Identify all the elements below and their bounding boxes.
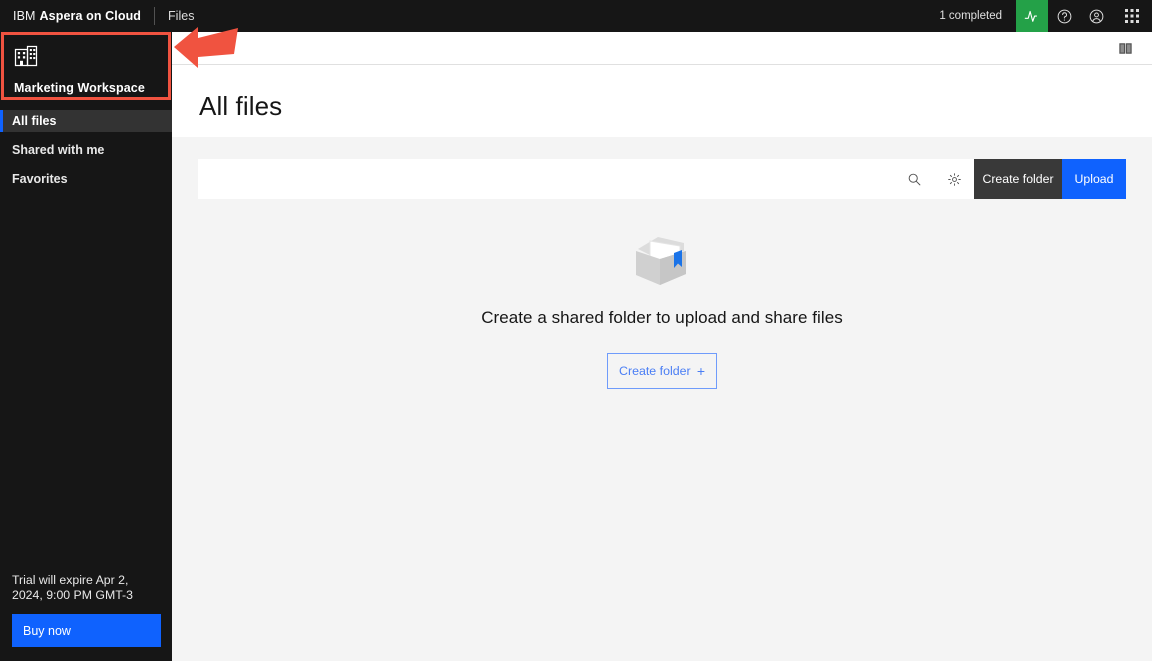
trial-notice: Trial will expire Apr 2, 2024, 9:00 PM G… [0, 573, 172, 661]
building-workspace-icon [14, 44, 158, 73]
workspace-name-label: Marketing Workspace [14, 81, 145, 95]
files-toolbar: Create folder Upload [198, 159, 1126, 199]
sidebar-item-shared-with-me[interactable]: Shared with me [0, 139, 172, 161]
gear-icon[interactable] [934, 159, 974, 199]
upload-button[interactable]: Upload [1062, 159, 1126, 199]
buy-now-button[interactable]: Buy now [12, 614, 161, 647]
brand-product-label: Aspera on Cloud [39, 9, 142, 23]
nav-gap-1 [0, 132, 172, 139]
create-folder-button[interactable]: Create folder [974, 159, 1062, 199]
brand-logo[interactable]: IBM Aspera on Cloud [0, 0, 141, 32]
nav-gap-2 [0, 161, 172, 168]
workspace-selector[interactable]: Marketing Workspace [0, 32, 172, 104]
empty-state: Create a shared folder to upload and sha… [198, 229, 1126, 389]
app-switcher-grid-icon[interactable] [1112, 0, 1152, 32]
open-folder-illustration [628, 229, 696, 296]
side-panel-toggle-icon[interactable] [1115, 38, 1135, 58]
nav-files[interactable]: Files [168, 0, 194, 32]
sidebar-item-shared-with-me-label: Shared with me [12, 143, 105, 157]
sidebar-item-all-files-label: All files [12, 114, 57, 128]
content-subbar [172, 32, 1152, 65]
search-icon[interactable] [894, 159, 934, 199]
sidebar-nav-list: All files Shared with me Favorites [0, 110, 172, 190]
sidebar-item-favorites-label: Favorites [12, 172, 68, 186]
page-title: All files [199, 91, 283, 121]
top-header: IBM Aspera on Cloud Files 1 completed [0, 0, 1152, 32]
transfers-completed-status: 1 completed [939, 10, 1002, 22]
sidebar-item-all-files[interactable]: All files [0, 110, 172, 132]
help-icon[interactable] [1048, 0, 1080, 32]
app-root: IBM Aspera on Cloud Files 1 completed Ma… [0, 0, 1152, 661]
main-content: All files Create folder Upload Create a … [172, 32, 1152, 661]
header-spacer [194, 0, 939, 32]
brand-ibm-label: IBM [13, 9, 36, 23]
create-folder-cta-label: Create folder [619, 364, 691, 378]
plus-icon: + [696, 363, 705, 379]
files-content-area: Create folder Upload Create a shared fol… [172, 137, 1152, 661]
trial-expiry-text: Trial will expire Apr 2, 2024, 9:00 PM G… [12, 573, 133, 602]
empty-state-message: Create a shared folder to upload and sha… [481, 308, 843, 327]
create-folder-cta-button[interactable]: Create folder + [607, 353, 717, 389]
user-account-icon[interactable] [1080, 0, 1112, 32]
header-divider [154, 7, 156, 25]
sidebar-item-favorites[interactable]: Favorites [0, 168, 172, 190]
sidebar: Marketing Workspace All files Shared wit… [0, 32, 172, 661]
activity-pulse-icon[interactable] [1016, 0, 1048, 32]
